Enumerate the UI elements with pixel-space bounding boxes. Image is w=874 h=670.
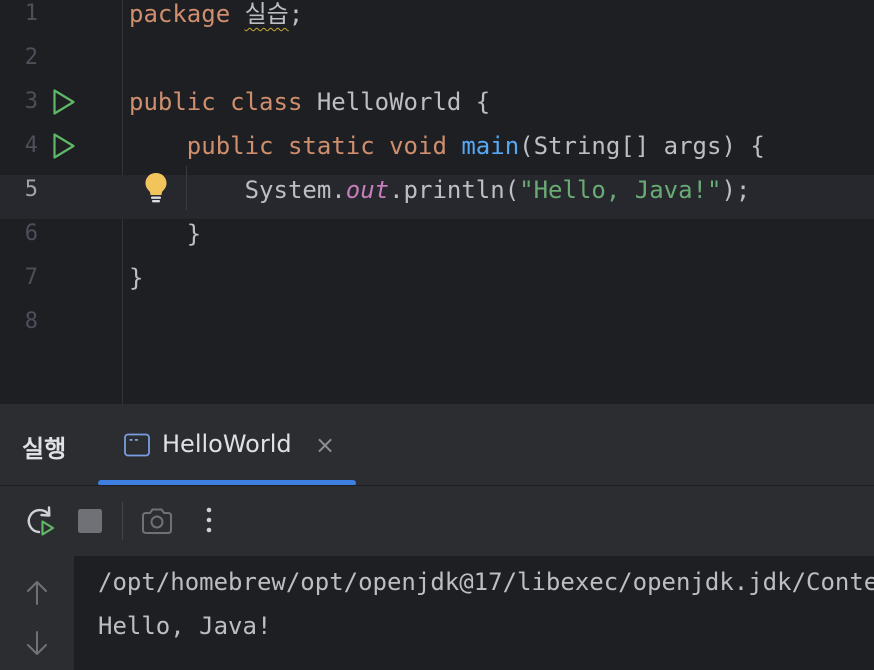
code-line[interactable]: 6 }	[0, 219, 874, 263]
code-text: public class HelloWorld {	[129, 87, 490, 117]
code-line[interactable]: 3 public class HelloWorld {	[0, 87, 874, 131]
toolbar-separator	[122, 502, 123, 540]
code-line[interactable]: 2	[0, 43, 874, 87]
camera-icon[interactable]	[140, 504, 174, 538]
run-tool-window: 실행 HelloWorld × /opt/homebrew/opt/openjd…	[0, 404, 874, 670]
console-icon	[124, 433, 150, 457]
code-token: main	[461, 132, 520, 160]
code-line[interactable]: 8	[0, 307, 874, 351]
lightbulb-icon[interactable]	[143, 171, 169, 205]
line-number: 8	[24, 309, 38, 334]
console-output[interactable]: /opt/homebrew/opt/openjdk@17/libexec/ope…	[74, 556, 874, 670]
indent-guide	[186, 166, 187, 210]
line-number: 4	[24, 133, 38, 158]
code-token: HelloWorld {	[316, 88, 491, 116]
code-token: );	[721, 176, 751, 204]
code-token: public	[129, 132, 288, 160]
code-token: class	[230, 88, 317, 116]
code-text: }	[129, 263, 143, 293]
line-number: 6	[24, 221, 38, 246]
code-line[interactable]: 5 System.out.println("Hello, Java!");	[0, 175, 874, 219]
code-token: "Hello, Java!"	[519, 176, 722, 204]
console-side-toolbar	[0, 556, 74, 670]
arrow-up-icon[interactable]	[24, 578, 50, 608]
tab-label: HelloWorld	[162, 430, 292, 458]
code-token: }	[129, 264, 144, 292]
code-token: .println(	[389, 176, 520, 204]
code-token: 실습	[244, 0, 289, 28]
run-tab-bar: 실행 HelloWorld ×	[0, 404, 874, 486]
stop-icon[interactable]	[74, 504, 108, 538]
arrow-down-icon[interactable]	[24, 630, 50, 660]
code-line[interactable]: 7}	[0, 263, 874, 307]
close-icon[interactable]: ×	[314, 433, 336, 457]
line-number: 2	[24, 45, 38, 70]
code-text: package 실습;	[129, 0, 303, 29]
run-triangle-icon[interactable]	[52, 88, 76, 116]
code-text: }	[129, 219, 201, 249]
code-token: void	[389, 132, 462, 160]
code-line[interactable]: 1 package 실습;	[0, 0, 874, 43]
rerun-icon[interactable]	[22, 504, 56, 538]
run-tool-title[interactable]: 실행	[22, 429, 66, 464]
code-token: (String[] args) {	[519, 132, 765, 160]
code-token: ;	[288, 0, 304, 28]
run-toolbar	[0, 486, 874, 556]
tab-helloworld[interactable]: HelloWorld ×	[98, 404, 356, 486]
console-line-output: Hello, Java!	[98, 612, 272, 640]
line-number: 5	[24, 177, 38, 202]
code-editor[interactable]: 1 package 실습; 2 3 public class HelloWorld { 4…	[0, 0, 874, 404]
more-vertical-icon[interactable]	[192, 504, 226, 538]
run-triangle-icon[interactable]	[52, 132, 76, 160]
code-token: out	[345, 176, 390, 204]
code-text: System.out.println("Hello, Java!");	[129, 175, 751, 205]
code-token: }	[129, 220, 202, 248]
code-text: public static void main(String[] args) {	[129, 131, 765, 161]
line-number: 1	[24, 1, 38, 26]
code-token: static	[287, 132, 390, 160]
code-line[interactable]: 4 public static void main(String[] args)…	[0, 131, 874, 175]
line-number: 3	[24, 89, 38, 114]
code-token: package	[129, 0, 245, 28]
code-token: public	[129, 88, 231, 116]
console-line-command: /opt/homebrew/opt/openjdk@17/libexec/ope…	[98, 568, 874, 596]
line-number: 7	[24, 265, 38, 290]
